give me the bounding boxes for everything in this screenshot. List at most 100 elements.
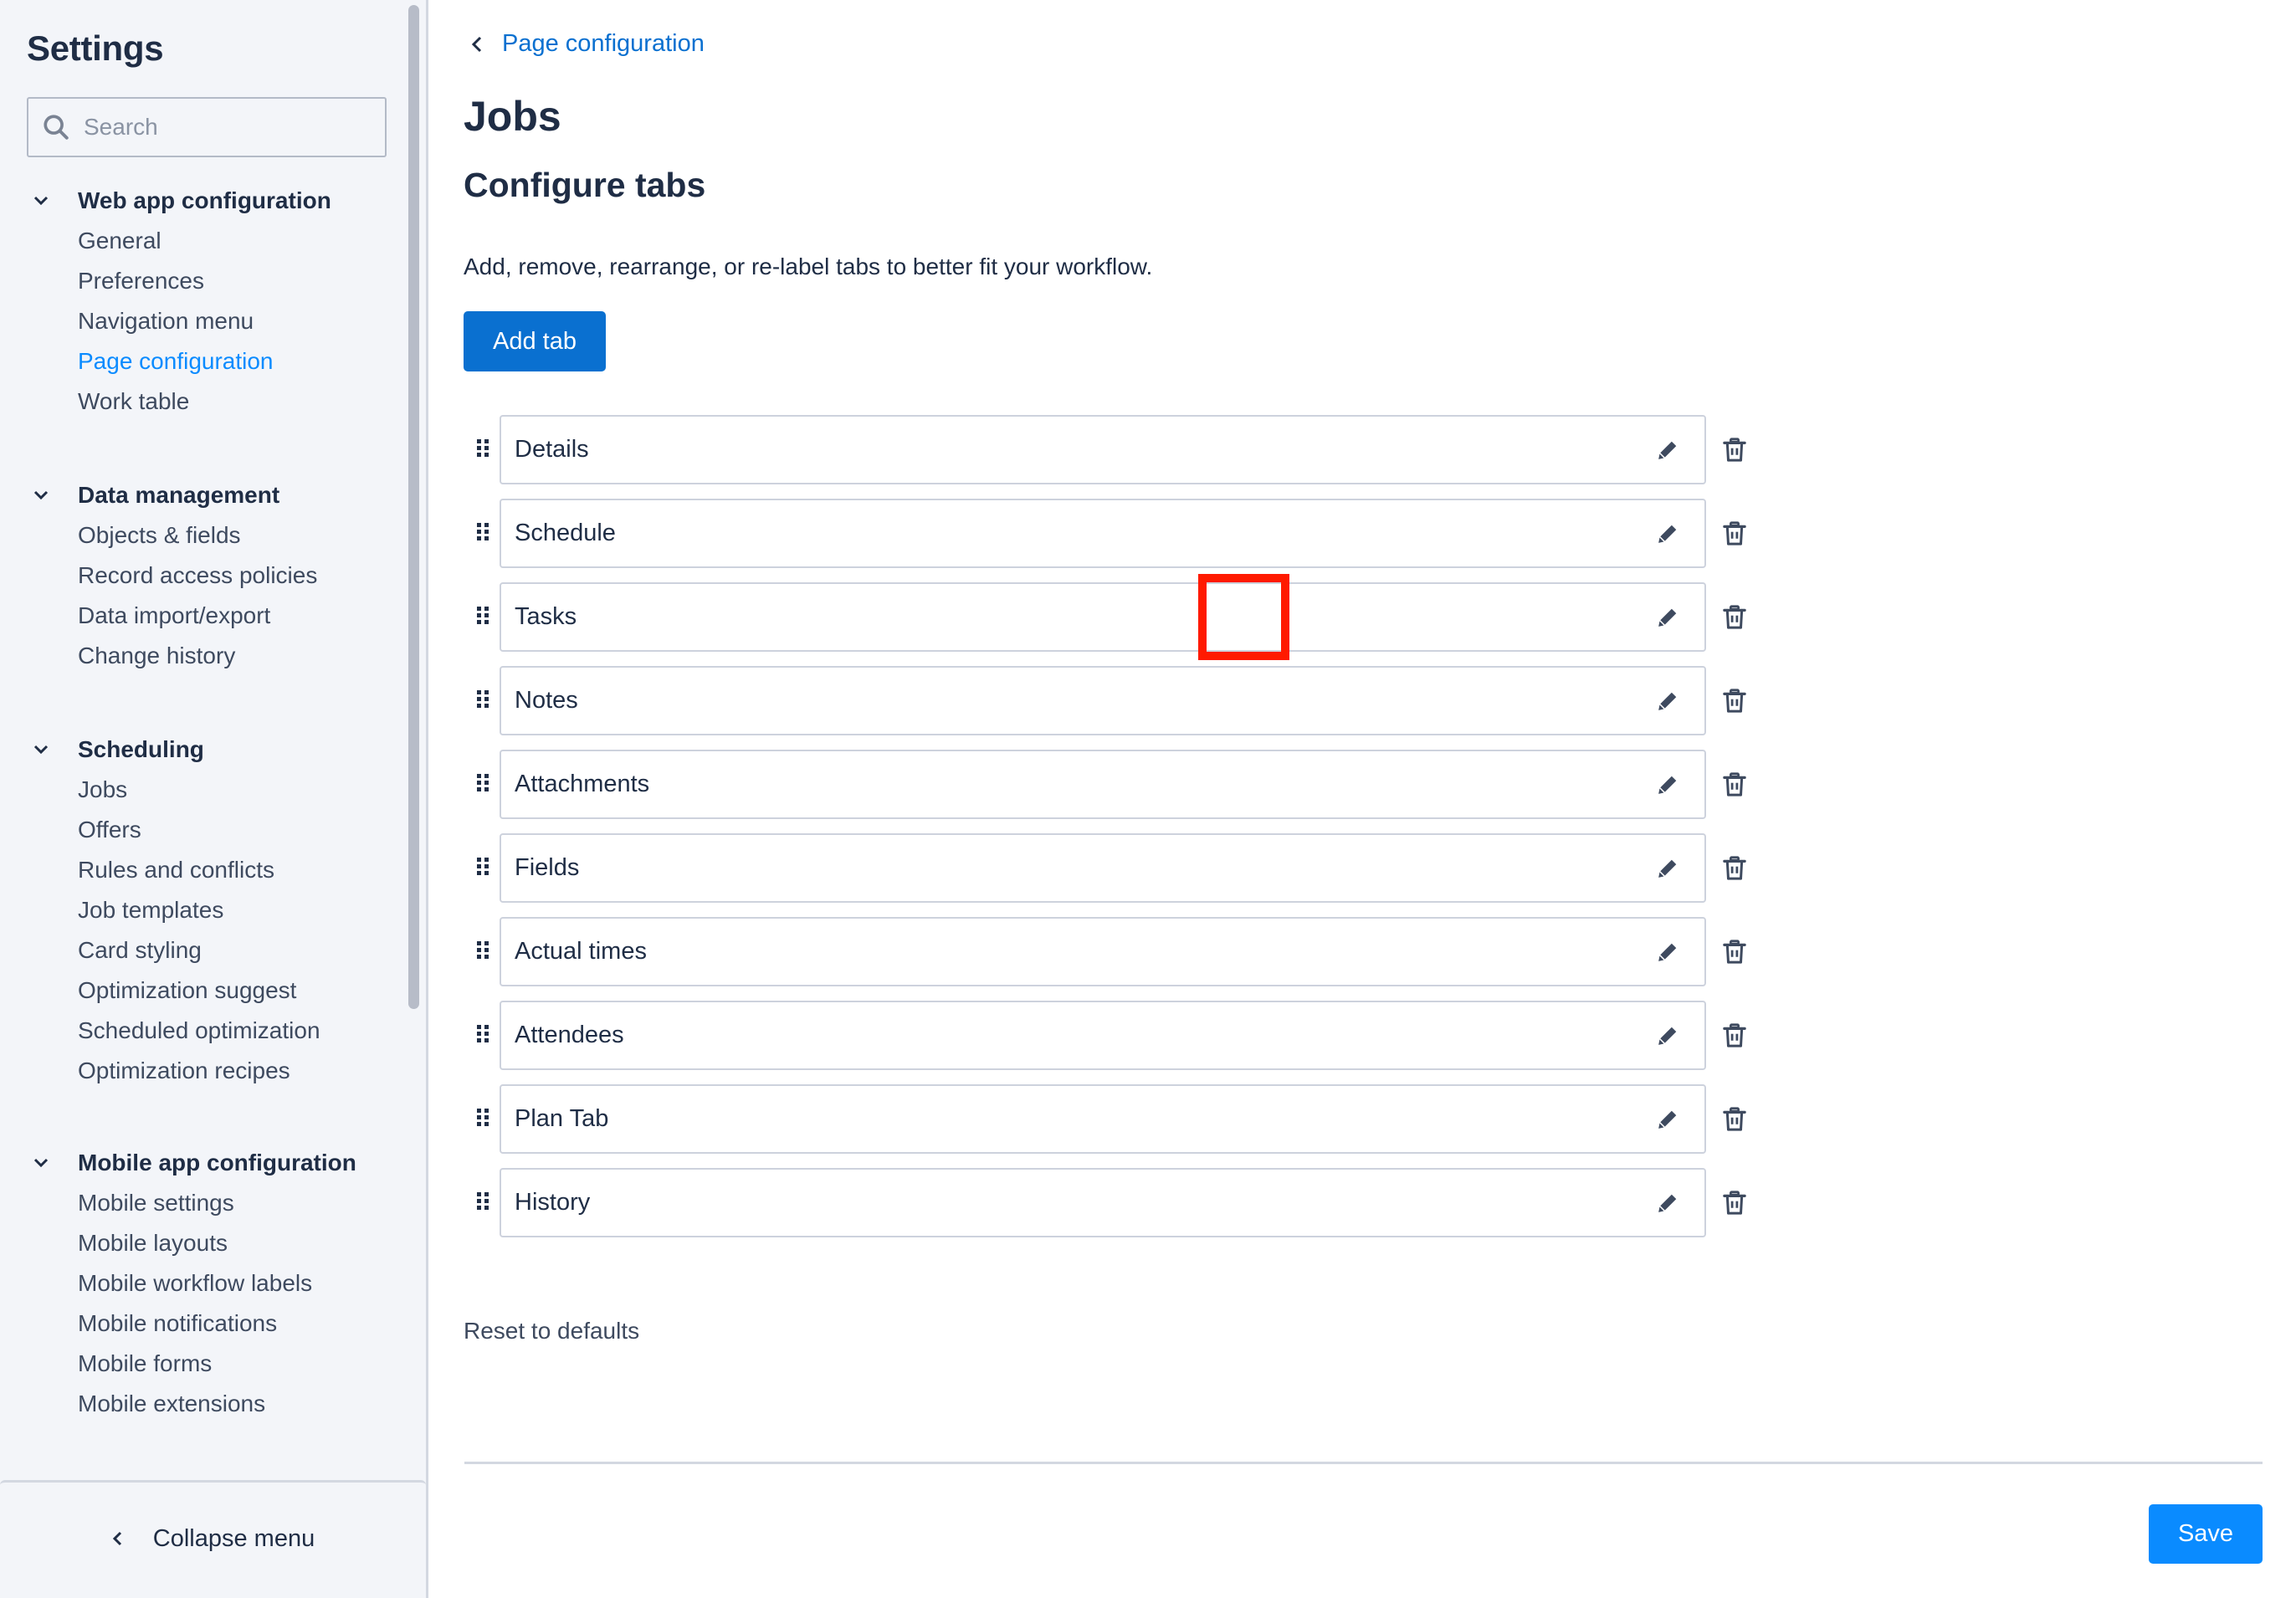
delete-tab-button[interactable] [1714, 1016, 1755, 1056]
sidebar-item[interactable]: Job templates [0, 890, 402, 930]
drag-handle-icon[interactable] [477, 439, 489, 458]
sidebar-item[interactable]: Page configuration [0, 341, 402, 382]
trash-icon [1723, 605, 1746, 629]
delete-tab-button[interactable] [1714, 681, 1755, 721]
pencil-icon [1658, 943, 1677, 961]
edit-tab-button[interactable] [1648, 932, 1688, 972]
trash-icon [1723, 1191, 1746, 1215]
sidebar-item[interactable]: Mobile notifications [0, 1303, 402, 1344]
tab-item: Plan Tab [500, 1084, 1746, 1154]
tab-item: Details [500, 415, 1746, 484]
sidebar-section-toggle[interactable]: Mobile app configuration [0, 1143, 402, 1183]
search-input[interactable] [84, 114, 351, 141]
pencil-icon [1658, 608, 1677, 627]
drag-handle-icon[interactable] [477, 1109, 489, 1127]
delete-tab-button[interactable] [1714, 514, 1755, 554]
sidebar-item[interactable]: Mobile settings [0, 1183, 402, 1223]
sidebar-item[interactable]: Work table [0, 382, 402, 422]
collapse-menu-label: Collapse menu [152, 1524, 315, 1552]
tab-label: Attachments [515, 771, 650, 797]
chevron-down-icon [33, 490, 49, 500]
drag-handle-icon[interactable] [477, 858, 489, 876]
edit-tab-button[interactable] [1648, 1016, 1688, 1056]
edit-tab-button[interactable] [1648, 765, 1688, 805]
sidebar-item[interactable]: Record access policies [0, 556, 402, 596]
drag-handle-icon[interactable] [477, 774, 489, 792]
settings-sidebar: Settings Web app configuration GeneralPre… [0, 0, 428, 1598]
sidebar-item[interactable]: Mobile extensions [0, 1384, 402, 1424]
sidebar-item[interactable]: Mobile forms [0, 1344, 402, 1384]
drag-handle-icon[interactable] [477, 523, 489, 541]
edit-tab-button[interactable] [1648, 1183, 1688, 1223]
drag-handle-icon[interactable] [477, 690, 489, 709]
save-button[interactable]: Save [2149, 1504, 2263, 1564]
sidebar-item[interactable]: Preferences [0, 261, 402, 301]
pencil-icon [1658, 525, 1677, 543]
tab-label: Attendees [515, 1022, 624, 1048]
sidebar-section: Data management Objects & fields Record ac… [0, 475, 402, 676]
chevron-left-icon [112, 1531, 121, 1546]
sidebar-item[interactable]: Mobile workflow labels [0, 1263, 402, 1303]
delete-tab-button[interactable] [1714, 932, 1755, 972]
breadcrumb-back-link[interactable]: Page configuration [470, 30, 705, 58]
trash-icon [1723, 521, 1746, 545]
pencil-icon [1658, 441, 1677, 459]
tab-label: Schedule [515, 520, 616, 546]
sidebar-item[interactable]: Navigation menu [0, 301, 402, 341]
sidebar-item[interactable]: Data import/export [0, 596, 402, 636]
sidebar-section-label: Scheduling [78, 736, 204, 762]
pencil-icon [1658, 692, 1677, 710]
sidebar-item[interactable]: Change history [0, 636, 402, 676]
sidebar-item[interactable]: Scheduled optimization [0, 1011, 402, 1051]
sidebar-item[interactable]: Rules and conflicts [0, 850, 402, 890]
delete-tab-button[interactable] [1714, 848, 1755, 889]
edit-tab-button[interactable] [1648, 597, 1688, 638]
sidebar-section-toggle[interactable]: Web app configuration [0, 181, 402, 221]
tab-label: Details [515, 436, 589, 463]
section-description: Add, remove, rearrange, or re-label tabs… [464, 254, 1153, 279]
tab-label: History [515, 1189, 591, 1216]
edit-tab-button[interactable] [1648, 848, 1688, 889]
sidebar-item[interactable]: Mobile layouts [0, 1223, 402, 1263]
breadcrumb-label: Page configuration [502, 30, 705, 57]
edit-tab-button[interactable] [1648, 681, 1688, 721]
drag-handle-icon[interactable] [477, 1192, 489, 1211]
trash-icon [1723, 1107, 1746, 1131]
delete-tab-button[interactable] [1714, 765, 1755, 805]
sidebar-item[interactable]: Objects & fields [0, 515, 402, 556]
tab-label: Fields [515, 854, 580, 881]
sidebar-item[interactable]: Optimization suggest [0, 971, 402, 1011]
edit-tab-button[interactable] [1648, 430, 1688, 470]
pencil-icon [1658, 1110, 1677, 1129]
drag-handle-icon[interactable] [477, 941, 489, 960]
delete-tab-button[interactable] [1714, 597, 1755, 638]
delete-tab-button[interactable] [1714, 1099, 1755, 1140]
drag-handle-icon[interactable] [477, 607, 489, 625]
add-tab-button[interactable]: Add tab [464, 311, 606, 371]
sidebar-item[interactable]: Jobs [0, 770, 402, 810]
sidebar-item[interactable]: Card styling [0, 930, 402, 971]
sidebar-item[interactable]: General [0, 221, 402, 261]
sidebar-section-toggle[interactable]: Data management [0, 475, 402, 515]
tab-item: Tasks [500, 582, 1746, 652]
edit-tab-button[interactable] [1648, 1099, 1688, 1140]
delete-tab-button[interactable] [1714, 1183, 1755, 1223]
tab-item: Actual times [500, 917, 1746, 986]
collapse-menu-button[interactable]: Collapse menu [0, 1480, 426, 1598]
drag-handle-icon[interactable] [477, 1025, 489, 1043]
pencil-icon [1658, 859, 1677, 878]
sidebar-item[interactable]: Optimization recipes [0, 1051, 402, 1091]
page-title: Jobs [464, 93, 561, 140]
pencil-icon [1658, 776, 1677, 794]
sidebar-section: Mobile app configuration Mobile settings M… [0, 1143, 402, 1424]
sidebar-section-toggle[interactable]: Scheduling [0, 730, 402, 770]
sidebar-scrollbar[interactable] [408, 5, 419, 1009]
sidebar-item[interactable]: Offers [0, 810, 402, 850]
trash-icon [1723, 856, 1746, 880]
delete-tab-button[interactable] [1714, 430, 1755, 470]
sidebar-search[interactable] [27, 97, 387, 157]
sidebar-section-label: Mobile app configuration [78, 1150, 356, 1175]
edit-tab-button[interactable] [1648, 514, 1688, 554]
reset-to-defaults-link[interactable]: Reset to defaults [464, 1318, 639, 1344]
main-content: Page configuration Jobs Configure tabs A… [428, 0, 2296, 1598]
